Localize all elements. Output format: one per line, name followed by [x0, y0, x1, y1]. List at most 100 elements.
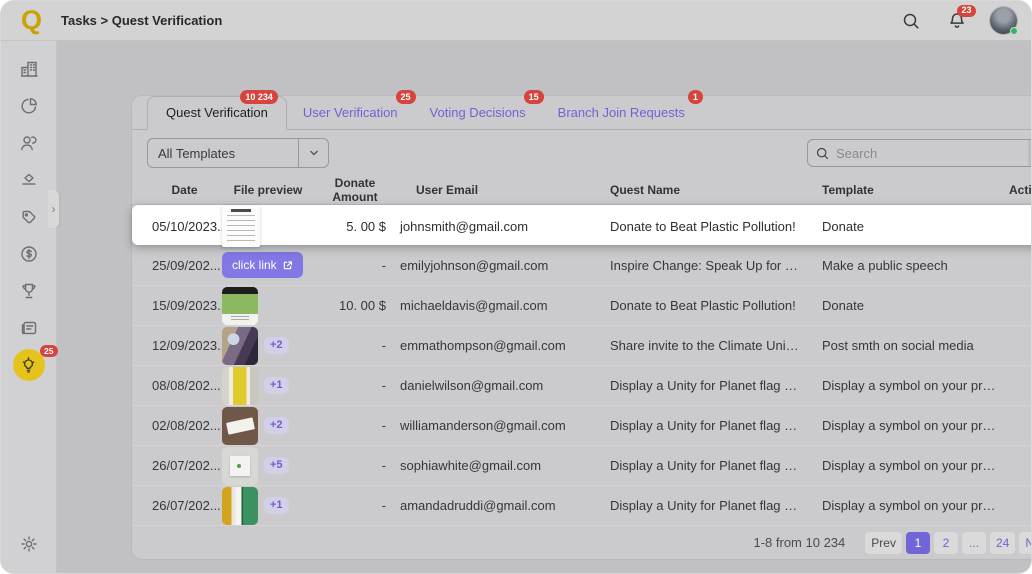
cell-quest-name: Donate to Beat Plastic Pollution!	[588, 298, 800, 313]
file-preview-thumbnail[interactable]	[222, 327, 258, 365]
column-header-donate-amount[interactable]: Donate Amount	[314, 176, 396, 204]
notifications-button[interactable]: 23	[946, 10, 968, 32]
table-row[interactable]: 25/09/202... click link - emilyjohnson@g…	[132, 245, 1032, 285]
column-header-template[interactable]: Template	[800, 183, 998, 197]
table-row[interactable]: 26/07/202... +5 - sophiawhite@gmail.com …	[132, 445, 1032, 485]
column-header-date[interactable]: Date	[147, 183, 222, 197]
sidebar-item-payments[interactable]	[19, 244, 39, 264]
sidebar-item-organization[interactable]	[19, 59, 39, 79]
sidebar-item-voting[interactable]	[19, 170, 39, 190]
cell-quest-name: Display a Unity for Planet flag on...	[588, 498, 800, 513]
tab-quest-verification[interactable]: Quest Verification 10 234	[147, 96, 287, 130]
column-header-user-email[interactable]: User Email	[396, 183, 588, 197]
table-footer: 1-8 from 10 234 Prev 1 2 ... 24 Next	[132, 525, 1032, 559]
cell-user-email: williamanderson@gmail.com	[396, 418, 588, 433]
cell-date: 08/08/202...	[147, 378, 222, 393]
cell-template: Make a public speech	[800, 258, 998, 273]
file-preview-thumbnail[interactable]	[222, 407, 258, 445]
cell-quest-name: Display a Unity for Planet flag on...	[588, 418, 800, 433]
app-logo[interactable]: Q	[21, 7, 41, 34]
cell-user-email: sophiawhite@gmail.com	[396, 458, 588, 473]
template-filter-select[interactable]: All Templates	[147, 138, 329, 168]
column-header-file-preview[interactable]: File preview	[222, 183, 314, 197]
click-link-button[interactable]: click link	[222, 252, 303, 278]
cell-quest-name: Share invite to the Climate Unity...	[588, 338, 800, 353]
tab-count-badge: 15	[524, 90, 544, 104]
column-header-quest-name[interactable]: Quest Name	[588, 183, 800, 197]
table-row[interactable]: 15/09/2023... 10. 00 $ michaeldavis@gmai…	[132, 285, 1032, 325]
file-preview-thumbnail[interactable]	[222, 487, 258, 525]
sidebar-item-news[interactable]	[19, 318, 39, 338]
more-files-badge[interactable]: +5	[264, 457, 289, 474]
search-icon	[808, 146, 836, 161]
more-files-badge[interactable]: +2	[264, 337, 289, 354]
tab-count-badge: 1	[688, 90, 703, 104]
file-preview-thumbnail[interactable]	[222, 367, 258, 405]
pagination-page-24[interactable]: 24	[990, 532, 1015, 554]
sidebar-item-users[interactable]	[19, 133, 39, 153]
cell-template: Display a symbol on your property	[800, 498, 998, 513]
tab-label: Voting Decisions	[430, 105, 526, 120]
cell-donate-amount: -	[314, 338, 396, 353]
cell-user-email: emmathompson@gmail.com	[396, 338, 588, 353]
cell-date: 25/09/202...	[147, 258, 222, 273]
chevron-right-icon: ›	[52, 202, 56, 216]
tab-branch-join-requests[interactable]: Branch Join Requests 1	[542, 97, 701, 129]
cell-donate-amount: 10. 00 $	[314, 298, 396, 313]
file-preview-thumbnail[interactable]	[222, 205, 260, 247]
tag-icon	[19, 207, 39, 227]
sidebar-item-achievements[interactable]	[19, 281, 39, 301]
search-input[interactable]	[836, 146, 1028, 161]
sidebar-item-tags[interactable]	[19, 207, 39, 227]
pagination-next-button[interactable]: Next	[1019, 532, 1032, 554]
vote-icon	[19, 170, 39, 190]
column-header-actions: Actions	[998, 183, 1032, 197]
pagination-ellipsis[interactable]: ...	[962, 532, 986, 554]
quest-verification-panel: Quest Verification 10 234 User Verificat…	[132, 96, 1032, 559]
search-clear-button[interactable]: ×	[1028, 140, 1032, 166]
file-preview-thumbnail[interactable]	[222, 447, 258, 485]
file-preview-thumbnail[interactable]	[222, 287, 258, 325]
cell-user-email: emilyjohnson@gmail.com	[396, 258, 588, 273]
search-box: ×	[807, 139, 1032, 167]
table-row[interactable]: 12/09/2023... +2 - emmathompson@gmail.co…	[132, 325, 1032, 365]
tab-user-verification[interactable]: User Verification 25	[287, 97, 414, 129]
table-row[interactable]: 08/08/202... +1 - danielwilson@gmail.com…	[132, 365, 1032, 405]
cell-date: 02/08/202...	[147, 418, 222, 433]
gear-icon	[19, 534, 39, 554]
more-files-badge[interactable]: +2	[264, 417, 289, 434]
dollar-icon	[19, 244, 39, 264]
sidebar-item-settings[interactable]	[19, 534, 39, 554]
tab-count-badge: 25	[396, 90, 416, 104]
sidebar-expand-handle[interactable]: ›	[48, 190, 59, 228]
table-row[interactable]: 05/10/2023... 5. 00 $ johnsmith@gmail.co…	[132, 205, 1032, 245]
tab-count-badge: 10 234	[240, 90, 278, 104]
table-row[interactable]: 02/08/202... +2 - williamanderson@gmail.…	[132, 405, 1032, 445]
tab-voting-decisions[interactable]: Voting Decisions 15	[414, 97, 542, 129]
filter-bar: All Templates ×	[132, 130, 1032, 176]
avatar[interactable]	[990, 7, 1017, 34]
cell-quest-name: Inspire Change: Speak Up for Gree...	[588, 258, 800, 273]
cell-template: Display a symbol on your property	[800, 418, 998, 433]
cell-template: Donate	[800, 219, 998, 234]
cell-user-email: amandadruddi@gmail.com	[396, 498, 588, 513]
pagination-prev-button[interactable]: Prev	[865, 532, 902, 554]
pagination-page-1[interactable]: 1	[906, 532, 930, 554]
more-files-badge[interactable]: +1	[264, 377, 289, 394]
cell-date: 15/09/2023...	[147, 298, 222, 313]
tab-bar: Quest Verification 10 234 User Verificat…	[132, 96, 1032, 130]
external-link-icon	[282, 260, 293, 271]
pie-chart-icon	[19, 96, 39, 116]
pagination-page-2[interactable]: 2	[934, 532, 958, 554]
news-icon	[19, 318, 39, 338]
sidebar-item-analytics[interactable]	[19, 96, 39, 116]
more-files-badge[interactable]: +1	[264, 497, 289, 514]
lightbulb-icon	[19, 356, 38, 375]
sidebar-item-quests-active[interactable]: 25	[13, 349, 45, 381]
cell-quest-name: Display a Unity for Planet flag on...	[588, 378, 800, 393]
table-row[interactable]: 26/07/202... +1 - amandadruddi@gmail.com…	[132, 485, 1032, 525]
pagination: Prev 1 2 ... 24 Next	[865, 532, 1032, 554]
cell-quest-name: Display a Unity for Planet flag on...	[588, 458, 800, 473]
search-icon[interactable]	[900, 10, 922, 32]
cell-quest-name: Donate to Beat Plastic Pollution!	[588, 219, 800, 234]
